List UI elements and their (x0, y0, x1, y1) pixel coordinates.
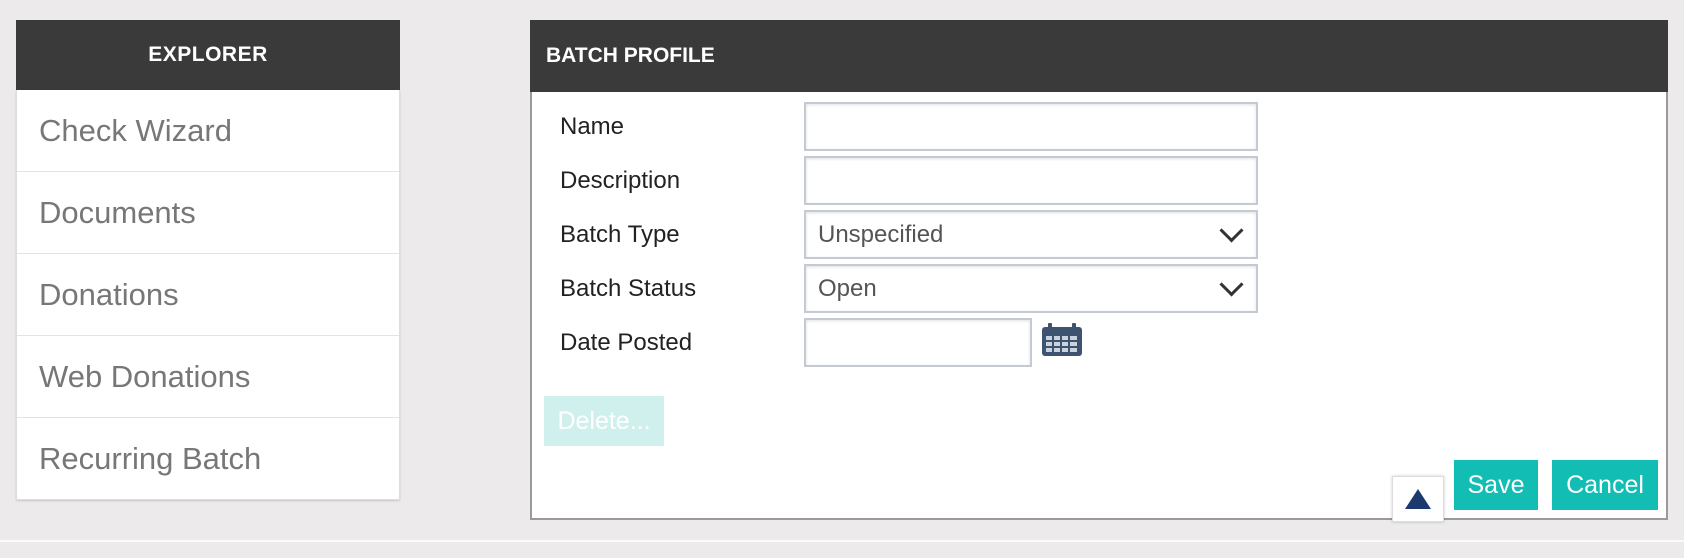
delete-button[interactable]: Delete... (544, 396, 664, 446)
name-row: Name (560, 102, 1258, 151)
batch-type-select[interactable]: Unspecified (804, 210, 1258, 259)
date-posted-row: Date Posted (560, 318, 1084, 367)
explorer-item-recurring-batch[interactable]: Recurring Batch (17, 417, 399, 499)
description-input[interactable] (804, 156, 1258, 205)
name-input[interactable] (804, 102, 1258, 151)
panel-title: BATCH PROFILE (530, 20, 1668, 92)
bottom-divider (0, 540, 1684, 542)
batch-type-row: Batch Type Unspecified (560, 210, 1258, 259)
batch-profile-panel: BATCH PROFILE Name Description Batch Typ… (530, 20, 1668, 522)
explorer-list: Check Wizard Documents Donations Web Don… (16, 90, 400, 500)
scroll-top-button[interactable] (1392, 476, 1444, 522)
date-posted-label: Date Posted (560, 328, 693, 356)
save-button[interactable]: Save (1454, 460, 1538, 510)
explorer-panel: EXPLORER Check Wizard Documents Donation… (16, 20, 400, 500)
explorer-item-donations[interactable]: Donations (17, 253, 399, 335)
explorer-item-web-donations[interactable]: Web Donations (17, 335, 399, 417)
chevron-down-icon (1219, 272, 1244, 297)
name-label: Name (560, 112, 625, 140)
batch-status-select[interactable]: Open (804, 264, 1258, 313)
description-label: Description (560, 166, 681, 194)
explorer-title: EXPLORER (16, 20, 400, 90)
calendar-icon[interactable] (1040, 322, 1084, 363)
cancel-button[interactable]: Cancel (1552, 460, 1658, 510)
triangle-up-icon (1405, 489, 1431, 509)
explorer-item-documents[interactable]: Documents (17, 171, 399, 253)
date-posted-input[interactable] (804, 318, 1032, 367)
chevron-down-icon (1219, 218, 1244, 243)
batch-status-row: Batch Status Open (560, 264, 1258, 313)
batch-status-label: Batch Status (560, 274, 697, 302)
explorer-item-check-wizard[interactable]: Check Wizard (17, 90, 399, 171)
description-row: Description (560, 156, 1258, 205)
batch-type-label: Batch Type (560, 220, 680, 248)
batch-status-value: Open (818, 274, 877, 302)
batch-type-value: Unspecified (818, 220, 944, 248)
